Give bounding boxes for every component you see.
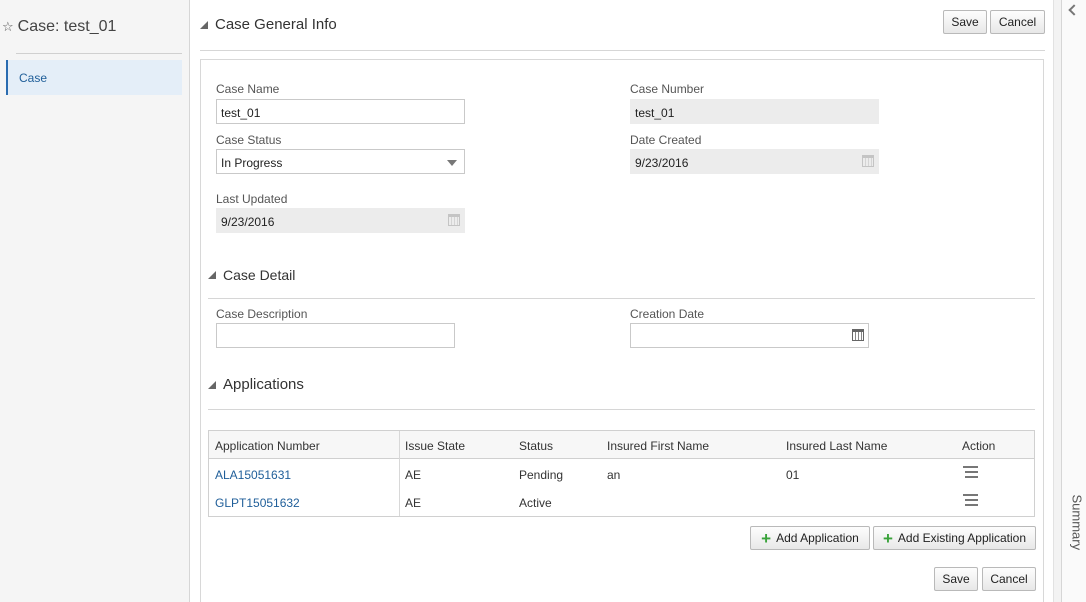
insured-first-name-cell: an [607, 468, 621, 482]
last-updated-label: Last Updated [216, 192, 288, 206]
add-existing-application-button[interactable]: + Add Existing Application [873, 526, 1036, 550]
footer-save-button[interactable]: Save [934, 567, 978, 591]
last-updated-value: 9/23/2016 [221, 215, 275, 229]
section-title: Case Detail [223, 267, 296, 283]
divider [208, 409, 1035, 410]
section-header-general-info[interactable]: Case General Info [200, 16, 337, 33]
case-number-field: test_01 [630, 99, 879, 124]
section-header-applications[interactable]: Applications [208, 376, 304, 393]
section-header-case-detail[interactable]: Case Detail [208, 267, 295, 283]
applications-table: Application Number Issue State Status In… [208, 430, 1035, 517]
status-cell: Pending [519, 468, 564, 482]
collapse-triangle-icon[interactable] [200, 20, 208, 29]
column-header-status[interactable]: Status [519, 439, 553, 453]
summary-panel[interactable]: Summary [1061, 0, 1086, 602]
case-status-label: Case Status [216, 133, 282, 147]
menu-lines-icon[interactable] [963, 466, 978, 478]
add-application-label: Add Application [776, 531, 859, 545]
plus-icon: + [882, 528, 893, 548]
footer-cancel-button[interactable]: Cancel [982, 567, 1036, 591]
column-header-insured-first-name[interactable]: Insured First Name [607, 439, 709, 453]
chevron-left-icon[interactable] [1068, 4, 1080, 16]
calendar-icon[interactable] [852, 329, 864, 341]
menu-lines-icon[interactable] [963, 494, 978, 506]
creation-date-label: Creation Date [630, 307, 705, 321]
section-title: Applications [223, 376, 304, 393]
calendar-icon [448, 214, 460, 226]
date-created-value: 9/23/2016 [635, 156, 689, 170]
case-status-value: In Progress [221, 156, 283, 170]
divider [200, 50, 1045, 51]
case-description-input[interactable] [216, 323, 455, 348]
application-number-link[interactable]: GLPT15051632 [215, 496, 300, 510]
case-name-input[interactable]: test_01 [216, 99, 465, 124]
table-header: Application Number Issue State Status In… [209, 431, 1034, 459]
column-header-action: Action [962, 439, 996, 453]
issue-state-cell: AE [405, 496, 422, 510]
column-header-insured-last-name[interactable]: Insured Last Name [786, 439, 887, 453]
add-existing-application-label: Add Existing Application [897, 531, 1027, 545]
column-header-issue-state[interactable]: Issue State [405, 439, 465, 453]
case-title-text: Case: test_01 [17, 18, 117, 35]
date-created-label: Date Created [630, 133, 702, 147]
column-header-application-number[interactable]: Application Number [215, 439, 320, 453]
summary-label[interactable]: Summary [1070, 495, 1085, 551]
date-created-field: 9/23/2016 [630, 149, 879, 174]
issue-state-cell: AE [405, 468, 422, 482]
status-cell: Active [519, 496, 552, 510]
left-panel: ☆ Case: test_01 Case [0, 0, 190, 602]
last-updated-field: 9/23/2016 [216, 208, 465, 233]
section-title: Case General Info [215, 16, 337, 33]
scrollbar[interactable] [1053, 0, 1061, 602]
plus-icon: + [761, 528, 772, 548]
case-name-label: Case Name [216, 82, 280, 96]
creation-date-input[interactable] [630, 323, 869, 348]
cancel-button[interactable]: Cancel [990, 10, 1045, 34]
collapse-triangle-icon[interactable] [208, 271, 216, 279]
left-divider [16, 53, 182, 54]
star-icon[interactable]: ☆ [2, 19, 14, 35]
case-number-label: Case Number [630, 82, 705, 96]
calendar-icon [862, 155, 874, 167]
application-number-link[interactable]: ALA15051631 [215, 468, 291, 482]
case-title: ☆ Case: test_01 [2, 18, 116, 36]
case-number-value: test_01 [635, 106, 675, 120]
nav-item-case[interactable]: Case [6, 60, 182, 95]
divider [208, 298, 1035, 299]
case-description-label: Case Description [216, 307, 308, 321]
chevron-down-icon[interactable] [447, 160, 457, 166]
insured-last-name-cell: 01 [786, 468, 800, 482]
column-separator [399, 431, 400, 516]
save-button[interactable]: Save [943, 10, 987, 34]
case-name-value: test_01 [221, 106, 261, 120]
collapse-triangle-icon[interactable] [208, 380, 216, 389]
add-application-button[interactable]: + Add Application [750, 526, 870, 550]
case-status-select[interactable]: In Progress [216, 149, 465, 174]
nav-item-label: Case [19, 71, 48, 85]
